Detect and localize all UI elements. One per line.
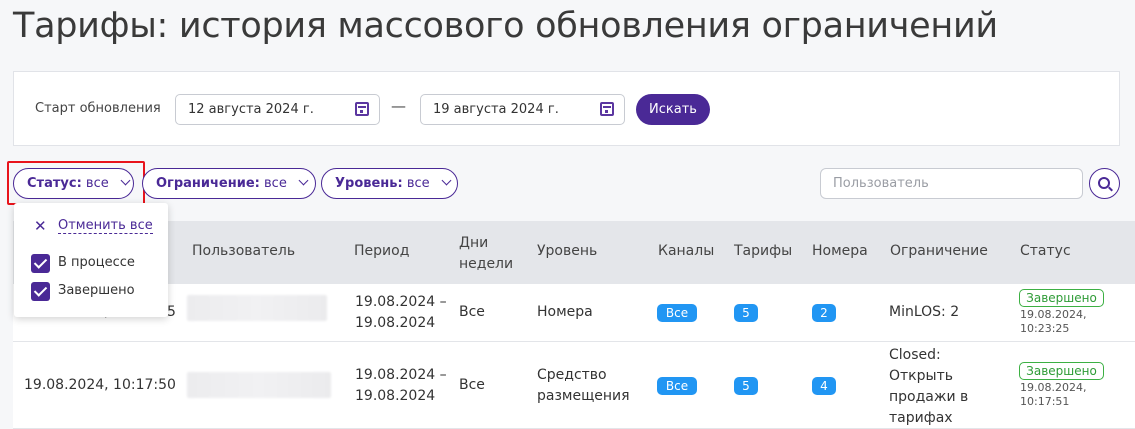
level-filter-label: Уровень: [335,176,403,191]
close-icon: ✕ [34,217,47,235]
checkbox-checked[interactable] [31,254,50,273]
status-filter-dropdown: ✕ Отменить все В процессе Завершено [14,203,168,317]
channels-badge: Все [657,304,697,322]
row-limit: MinLOS: 2 [889,304,960,320]
row-period-from: 19.08.2024 – [355,367,447,383]
column-header-user: Пользователь [192,243,296,259]
date-to-field[interactable]: 19 августа 2024 г. [420,94,625,125]
channels-badge: Все [657,377,697,395]
start-update-label: Старт обновления [35,101,161,116]
status-option-label: Завершено [58,283,135,298]
row-period-to: 19.08.2024 [355,388,436,404]
column-header-channels: Каналы [658,243,715,259]
user-name-redacted [187,295,327,321]
search-button[interactable]: Искать [636,94,710,125]
highlight-box [7,161,145,205]
chevron-down-icon [298,175,309,186]
calendar-icon[interactable] [600,102,614,116]
row-weekdays: Все [459,377,485,393]
tariffs-count-badge: 5 [734,304,758,322]
user-search-input[interactable]: Пользователь [820,168,1083,199]
calendar-icon[interactable] [355,102,369,116]
column-header-limit: Ограничение [890,243,988,259]
search-panel: Старт обновления 12 августа 2024 г. — 19… [13,71,1120,146]
page-title: Тарифы: история массового обновления огр… [13,6,998,46]
date-from-value: 12 августа 2024 г. [188,102,314,117]
column-header-level: Уровень [537,243,598,259]
status-option-label: В процессе [58,255,135,270]
status-badge: Завершено [1019,289,1104,307]
rooms-count-badge: 2 [812,304,836,322]
row-period-from: 19.08.2024 – [355,294,447,310]
level-filter-button[interactable]: Уровень: все [321,168,458,199]
row-start-time: 19.08.2024, 10:17:50 [24,377,176,393]
rooms-count-badge: 4 [812,377,836,395]
column-header-tariffs: Тарифы [734,243,793,259]
date-from-field[interactable]: 12 августа 2024 г. [175,94,380,125]
level-filter-value: все [406,176,430,191]
user-name-redacted [187,372,331,398]
column-header-rooms: Номера [812,243,868,259]
row-level: Средство размещения [537,367,630,404]
row-period-to: 19.08.2024 [355,315,436,331]
checkbox-checked[interactable] [31,282,50,301]
table-row[interactable]: 19.08.2024, 10:17:50 19.08.2024 – 19.08.… [13,342,1135,429]
column-header-weekdays: Дни недели [459,235,514,272]
clear-all-label: Отменить все [58,218,153,234]
status-time: 10:17:51 [1020,395,1070,408]
chevron-down-icon [441,175,452,186]
table-header: Пользователь Период Дни недели Уровень К… [13,221,1135,284]
column-header-status: Статус [1020,243,1071,259]
row-weekdays: Все [459,304,485,320]
status-date: 19.08.2024, [1020,381,1087,394]
limit-filter-value: все [264,176,287,191]
limit-filter-button[interactable]: Ограничение: все [142,168,316,199]
table-row[interactable]: 19.08.2024, 10:23:25 19.08.2024 – 19.08.… [13,284,1135,342]
tariffs-count-badge: 5 [734,377,758,395]
date-separator: — [391,97,406,115]
status-time: 10:23:25 [1020,322,1070,335]
column-header-period: Период [354,243,410,259]
limit-filter-label: Ограничение: [156,176,260,191]
row-limit: Closed: Открыть продажи в тарифах [889,347,969,426]
date-to-value: 19 августа 2024 г. [433,102,559,117]
history-table: Пользователь Период Дни недели Уровень К… [13,221,1135,429]
user-search-button[interactable] [1089,168,1120,199]
row-level: Номера [537,304,593,320]
status-badge: Завершено [1019,362,1104,380]
status-date: 19.08.2024, [1020,308,1087,321]
